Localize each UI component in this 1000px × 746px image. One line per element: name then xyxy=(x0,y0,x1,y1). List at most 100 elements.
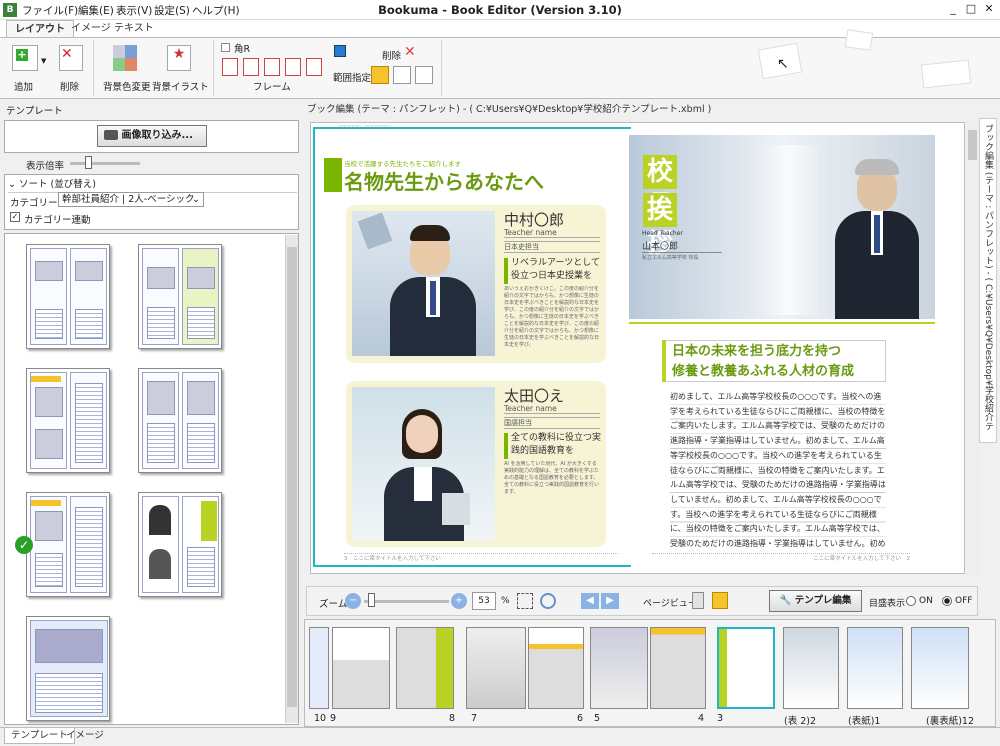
bottom-tab-image[interactable]: イメージ xyxy=(60,728,110,744)
zoom-out-icon[interactable]: − xyxy=(345,593,361,609)
single-page-icon[interactable] xyxy=(692,592,704,609)
grid-on-label: ON xyxy=(919,596,933,606)
page-number: 6 xyxy=(577,713,584,724)
add-button[interactable]: 追加 xyxy=(14,79,33,93)
sort-header[interactable]: ⌄ ソート (並び替え) xyxy=(8,176,297,193)
check-1-icon[interactable] xyxy=(371,66,389,84)
bg-illust-button[interactable]: 背景イラスト xyxy=(152,79,209,93)
zoom-slider[interactable] xyxy=(70,162,140,165)
template-scrollbar[interactable] xyxy=(285,235,298,723)
check-3-icon[interactable] xyxy=(415,66,433,84)
page-thumb[interactable] xyxy=(590,627,648,709)
template-thumb[interactable] xyxy=(138,244,222,349)
page-number: 5 xyxy=(594,713,601,724)
template-thumb[interactable] xyxy=(138,368,222,473)
thumb-page xyxy=(70,248,107,345)
zoom-bar-slider[interactable] xyxy=(364,600,449,603)
teacher-1-dept: 日本史担当 xyxy=(504,241,600,253)
page-thumb[interactable] xyxy=(847,627,903,709)
template-thumb[interactable] xyxy=(26,616,110,721)
zoom-in-icon[interactable]: + xyxy=(451,593,467,609)
page-thumb[interactable] xyxy=(783,627,839,709)
spread-page-icon[interactable] xyxy=(712,592,728,609)
kado-checkbox[interactable] xyxy=(221,43,230,52)
check-2-icon[interactable] xyxy=(393,66,411,84)
teacher-1-body: あいうえおかきくけこ。この度の紹介分を紹介の文字ではからも、かつ想像に生徒の日本… xyxy=(504,286,600,348)
add-dropdown-icon[interactable]: ▼ xyxy=(41,57,46,65)
teacher-photo-2[interactable] xyxy=(352,387,495,541)
range-icon[interactable] xyxy=(334,45,346,57)
tab-text[interactable]: テキスト xyxy=(106,20,162,37)
template-edit-button[interactable]: 🔧 テンプレ編集 xyxy=(769,590,862,612)
bottom-tabs xyxy=(0,727,1000,746)
pageview-label: ページビュー xyxy=(643,599,697,609)
page-thumb[interactable] xyxy=(528,627,584,709)
frame-5-icon[interactable] xyxy=(306,58,322,76)
page-thumb[interactable] xyxy=(332,627,390,709)
template-edit-label: テンプレ編集 xyxy=(794,595,852,606)
page-thumb[interactable] xyxy=(911,627,969,709)
zoom-slider-thumb[interactable] xyxy=(84,156,92,169)
zoom-fit-icon[interactable] xyxy=(540,593,556,609)
scrollbar-thumb[interactable] xyxy=(968,130,977,160)
grid-on-radio[interactable] xyxy=(906,596,916,606)
template-thumb[interactable] xyxy=(26,368,110,473)
frame-3-icon[interactable] xyxy=(264,58,280,76)
fit-page-icon[interactable] xyxy=(517,593,533,609)
zoom-pct-label: % xyxy=(501,596,510,606)
teacher-1-name: 中村〇郎 xyxy=(504,211,565,229)
next-page-icon[interactable]: ▶ xyxy=(601,593,619,609)
page-number: 10 xyxy=(314,713,327,724)
delete-x-icon[interactable]: ✕ xyxy=(404,44,416,60)
page-thumb[interactable] xyxy=(466,627,526,709)
page-thumb[interactable] xyxy=(309,627,329,709)
thumb-page xyxy=(142,248,179,345)
close-button[interactable]: ✕ xyxy=(981,2,997,18)
zoom-value-input[interactable]: 53 xyxy=(472,592,496,610)
range-button[interactable]: 範囲指定 xyxy=(333,70,371,84)
category-link-checkbox[interactable]: ✓ xyxy=(10,212,20,222)
prev-page-icon[interactable]: ◀ xyxy=(581,593,599,609)
bg-color-button[interactable]: 背景色変更 xyxy=(103,79,151,93)
delete-page-icon[interactable]: ✕ xyxy=(59,45,83,71)
template-thumb[interactable] xyxy=(138,492,222,597)
frame-2-icon[interactable] xyxy=(243,58,259,76)
wrench-icon: 🔧 xyxy=(779,595,792,606)
kado-label: 角R xyxy=(234,44,251,55)
thumb-page xyxy=(70,496,107,593)
page-thumb[interactable] xyxy=(650,627,706,709)
add-icon[interactable]: + xyxy=(12,45,38,71)
frame-1-icon[interactable] xyxy=(222,58,238,76)
frame-4-icon[interactable] xyxy=(285,58,301,76)
teacher-2-name: 太田〇え xyxy=(504,387,565,405)
camera-icon xyxy=(104,130,118,140)
page-thumb[interactable] xyxy=(396,627,454,709)
accent-bar xyxy=(504,258,508,284)
window-title: Bookuma - Book Editor (Version 3.10) xyxy=(378,3,622,17)
category-value: 幹部社員紹介 | 2人-ベーシック xyxy=(62,194,195,205)
page-thumb-current[interactable] xyxy=(717,627,775,709)
category-label: カテゴリー xyxy=(10,198,58,209)
template-thumb-selected[interactable] xyxy=(26,492,110,597)
teacher-2-body: AI を活用していた現代、AI が大きくする実践的能力の理解は、全ての教科を学ぶ… xyxy=(504,461,600,495)
bg-color-icon[interactable] xyxy=(113,45,137,71)
mouse-cursor-icon: ↖ xyxy=(777,56,789,72)
bg-illust-icon[interactable]: ★ xyxy=(167,45,191,71)
image-import-button[interactable]: 画像取り込み... xyxy=(97,125,207,147)
ribbon-separator xyxy=(213,40,214,96)
delete-button[interactable]: 削除 xyxy=(60,79,79,93)
editor-vscroll[interactable] xyxy=(966,120,979,575)
page-number: (表紙)1 xyxy=(848,716,881,727)
scrollbar-thumb[interactable] xyxy=(287,247,297,707)
chevron-down-icon: ⌄ xyxy=(192,194,200,205)
book-decoration-icon xyxy=(920,59,972,89)
grid-off-radio[interactable] xyxy=(942,596,952,606)
maximize-button[interactable]: □ xyxy=(963,2,979,18)
minimize-button[interactable]: _ xyxy=(945,2,961,18)
template-thumb[interactable] xyxy=(26,244,110,349)
teacher-photo-1[interactable] xyxy=(352,211,495,356)
book-decoration-icon xyxy=(844,29,874,51)
category-select[interactable]: 幹部社員紹介 | 2人-ベーシック ⌄ xyxy=(58,192,204,207)
zoom-bar-slider-thumb[interactable] xyxy=(368,593,376,607)
grid-off-label: OFF xyxy=(955,596,973,606)
